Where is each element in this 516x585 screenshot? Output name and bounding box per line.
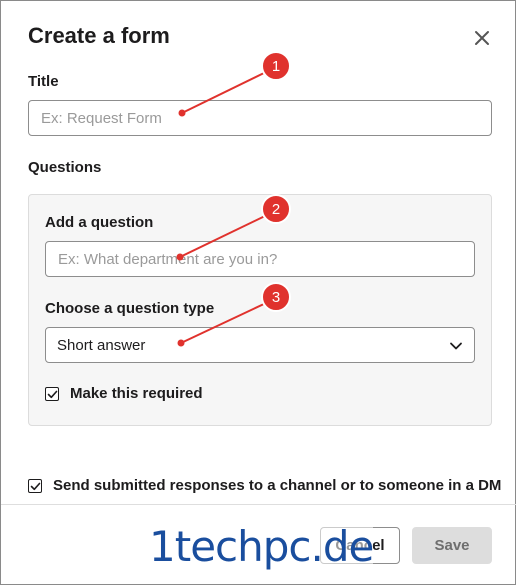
- checkmark-icon: [47, 390, 58, 399]
- checkmark-icon: [30, 482, 41, 491]
- required-checkbox[interactable]: [45, 387, 59, 401]
- question-input[interactable]: [45, 241, 475, 277]
- chevron-down-icon: [450, 342, 462, 350]
- question-type-select[interactable]: Short answer: [45, 327, 475, 363]
- close-icon[interactable]: [471, 27, 493, 49]
- send-responses-checkbox[interactable]: [28, 479, 42, 493]
- question-type-label: Choose a question type: [45, 300, 215, 317]
- cancel-button[interactable]: Cancel: [320, 527, 400, 564]
- title-field-label: Title: [28, 73, 59, 90]
- save-button[interactable]: Save: [412, 527, 492, 564]
- footer-divider: [1, 504, 516, 505]
- create-form-dialog: Create a form Title Questions Add a ques…: [0, 0, 516, 585]
- question-type-value: Short answer: [57, 337, 146, 354]
- required-label[interactable]: Make this required: [70, 385, 203, 402]
- questions-heading: Questions: [28, 159, 102, 176]
- title-input[interactable]: [28, 100, 492, 136]
- send-responses-label[interactable]: Send submitted responses to a channel or…: [53, 477, 501, 494]
- question-field-label: Add a question: [45, 214, 154, 231]
- dialog-title: Create a form: [28, 23, 170, 48]
